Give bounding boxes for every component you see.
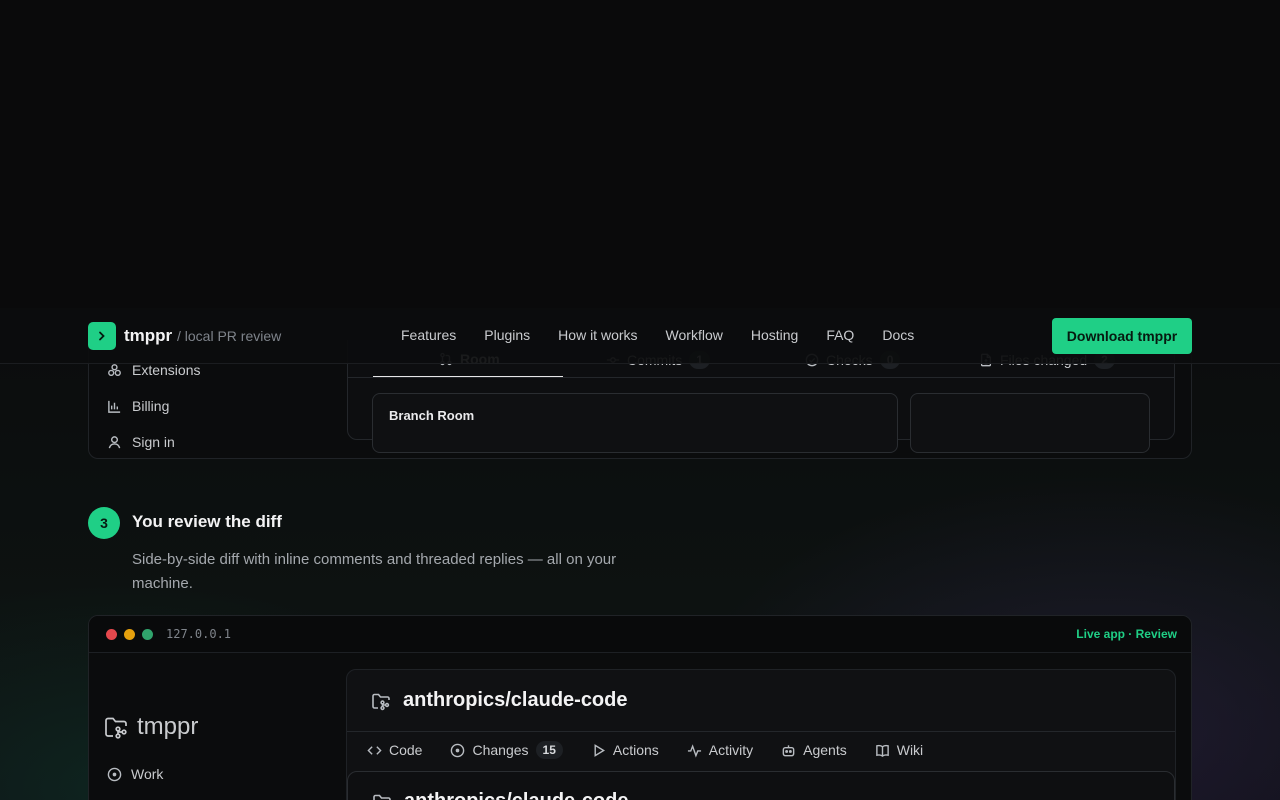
sidebar-item-work[interactable]: Work (107, 766, 163, 782)
window-titlebar: 127.0.0.1 Live app · Review (89, 616, 1191, 653)
app-logo[interactable]: tmppr (103, 713, 198, 741)
nav-link-features[interactable]: Features (401, 327, 456, 343)
minimize-dot (124, 629, 135, 640)
brand-tagline: / local PR review (177, 328, 282, 344)
tab-count: 15 (535, 741, 563, 759)
download-button[interactable]: Download tmppr (1052, 318, 1192, 354)
sidebar-item-billing[interactable]: Billing (107, 398, 169, 414)
bot-icon (782, 744, 795, 756)
tab-label: Agents (803, 742, 847, 758)
step-number: 3 (88, 507, 120, 539)
nav-link-plugins[interactable]: Plugins (484, 327, 530, 343)
sidebar-label: Work (131, 766, 164, 782)
nav-link-faq[interactable]: FAQ (826, 327, 854, 343)
sidebar-item-sign-in[interactable]: Sign in (107, 434, 175, 450)
changes-icon (451, 743, 465, 757)
tab-label: Wiki (896, 742, 924, 758)
maximize-dot (142, 629, 153, 640)
sidebar-label: Billing (132, 398, 170, 414)
play-icon (594, 743, 605, 757)
repo-header: anthropics/claude-code (372, 790, 629, 800)
tab-activity[interactable]: Activity (687, 742, 753, 758)
sidebar-label: Extensions (132, 362, 201, 378)
circle-dot-icon (107, 767, 122, 781)
divider (347, 731, 1175, 732)
pulse-icon (687, 743, 701, 758)
folder-git-icon (372, 693, 390, 710)
repo-card: anthropics/claude-code Code Changes 15 A… (346, 669, 1176, 800)
chevron-right-icon (99, 331, 105, 341)
repo-subcard: anthropics/claude-code (347, 771, 1175, 800)
step-description: Side-by-side diff with inline comments a… (132, 551, 617, 592)
app-name: tmppr (137, 713, 199, 740)
close-dot (106, 629, 117, 640)
sidebar-item-extensions[interactable]: Extensions (107, 362, 200, 378)
code-icon (367, 745, 382, 755)
nav-link-docs[interactable]: Docs (882, 327, 914, 343)
top-nav: tmppr / local PR review Features Plugins… (0, 308, 1280, 364)
extensions-icon (108, 363, 121, 376)
address-bar: 127.0.0.1 (166, 627, 232, 641)
nav-link-how-it-works[interactable]: How it works (558, 327, 637, 343)
repo-header: anthropics/claude-code (371, 689, 628, 712)
repo-tabs: Code Changes 15 Actions Activity Agents (367, 741, 951, 759)
user-icon (108, 435, 121, 448)
tab-label: Changes (472, 742, 529, 758)
tab-label: Code (389, 742, 423, 758)
tab-changes[interactable]: Changes 15 (450, 741, 563, 759)
tab-code[interactable]: Code (367, 742, 422, 758)
sidebar-label: Sign in (132, 434, 175, 450)
book-icon (875, 744, 889, 757)
step-title: You review the diff (132, 512, 282, 531)
brand-name[interactable]: tmppr (124, 326, 172, 346)
tab-wiki[interactable]: Wiki (875, 742, 923, 758)
side-card (910, 393, 1150, 453)
nav-link-workflow[interactable]: Workflow (666, 327, 723, 343)
nav-link-hosting[interactable]: Hosting (751, 327, 798, 343)
repo-name[interactable]: anthropics/claude-code (404, 790, 629, 800)
tab-label: Activity (708, 742, 754, 758)
logo[interactable] (88, 322, 116, 350)
tab-label: Actions (612, 742, 659, 758)
folder-git-icon (105, 717, 127, 739)
nav-links: Features Plugins How it works Workflow H… (401, 327, 942, 343)
chart-icon (108, 400, 121, 413)
room-title: Branch Room (389, 408, 475, 423)
repo-name[interactable]: anthropics/claude-code (403, 689, 628, 712)
live-app-label[interactable]: Live app · Review (1076, 627, 1177, 641)
branch-room-card: Branch Room (372, 393, 898, 453)
tab-agents[interactable]: Agents (781, 742, 847, 758)
folder-git-icon (373, 794, 391, 800)
app-preview-window: 127.0.0.1 Live app · Review tmppr Work a… (88, 615, 1192, 800)
divider (348, 377, 1174, 378)
tab-actions[interactable]: Actions (591, 742, 659, 758)
